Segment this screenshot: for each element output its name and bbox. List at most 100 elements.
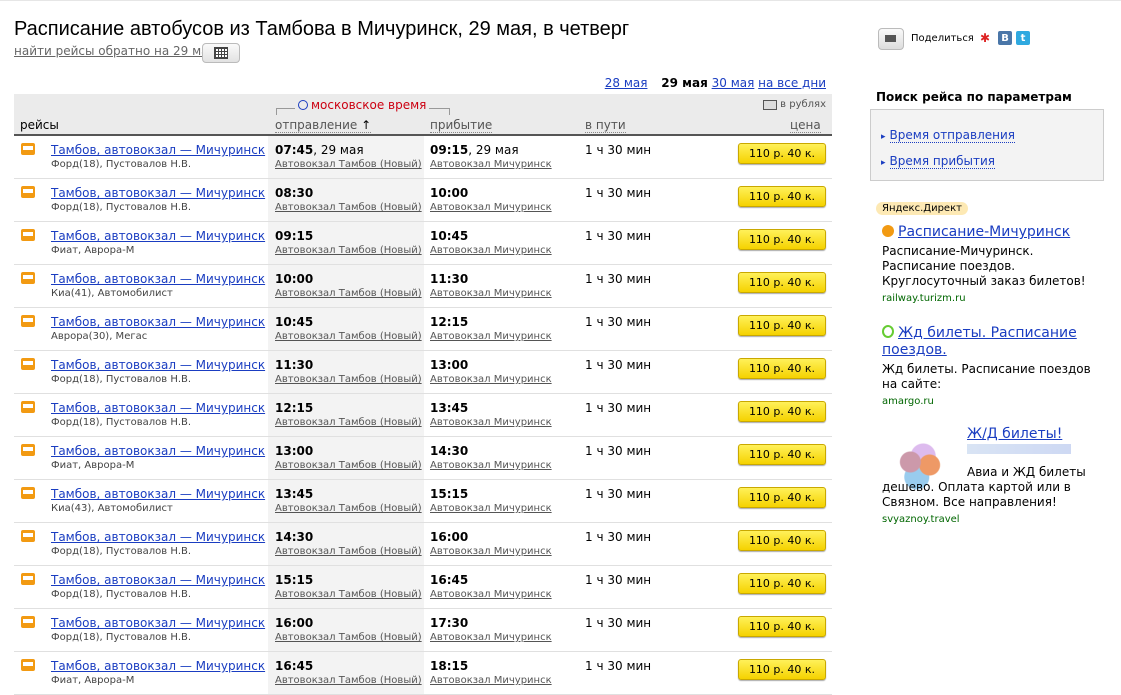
arrival-station-link[interactable]: Автовокзал Мичуринск bbox=[430, 589, 552, 600]
arrival-time: 18:15 bbox=[430, 659, 468, 673]
departure-time-value: 10:00 bbox=[275, 272, 314, 286]
twitter-icon[interactable]: t bbox=[1016, 31, 1030, 45]
arrival-time: 12:15 bbox=[430, 315, 468, 329]
arrival-time: 10:00 bbox=[430, 186, 468, 200]
price-button[interactable]: 110 р. 40 к. bbox=[738, 659, 826, 680]
price-button[interactable]: 110 р. 40 к. bbox=[738, 530, 826, 551]
price-button[interactable]: 110 р. 40 к. bbox=[738, 573, 826, 594]
arrival-station-link[interactable]: Автовокзал Мичуринск bbox=[430, 159, 552, 170]
price-button[interactable]: 110 р. 40 к. bbox=[738, 143, 826, 164]
bus-icon bbox=[21, 315, 35, 327]
carrier: Форд(18), Пустовалов Н.В. bbox=[51, 374, 192, 385]
departure-station-link[interactable]: Автовокзал Тамбов (Новый) bbox=[275, 288, 422, 299]
print-button[interactable] bbox=[878, 28, 904, 50]
arrival-station-link[interactable]: Автовокзал Мичуринск bbox=[430, 331, 552, 342]
moikrug-icon[interactable]: ✱ bbox=[978, 31, 992, 45]
route-link[interactable]: Тамбов, автовокзал — Мичуринск bbox=[51, 143, 265, 157]
ad-2-link[interactable]: Жд билеты. Расписание поездов. bbox=[882, 325, 1077, 358]
vk-icon[interactable]: В bbox=[998, 31, 1012, 45]
date-all-link[interactable]: на все дни bbox=[758, 76, 826, 90]
departure-station-link[interactable]: Автовокзал Тамбов (Новый) bbox=[275, 417, 422, 428]
arrival-station-link[interactable]: Автовокзал Мичуринск bbox=[430, 417, 552, 428]
route-link[interactable]: Тамбов, автовокзал — Мичуринск bbox=[51, 272, 265, 286]
arrival-time: 16:00 bbox=[430, 530, 468, 544]
col-duration-sort[interactable]: в пути bbox=[585, 118, 626, 133]
search-departure-time[interactable]: Время отправления bbox=[881, 128, 1015, 143]
table-row: Тамбов, автовокзал — Мичуринск Форд(18), … bbox=[14, 394, 832, 437]
col-departure-label: отправление bbox=[275, 118, 358, 132]
ad-2-url[interactable]: amargo.ru bbox=[882, 396, 1102, 407]
price-button[interactable]: 110 р. 40 к. bbox=[738, 186, 826, 207]
ad-1-url[interactable]: railway.turizm.ru bbox=[882, 293, 1102, 304]
arrival-station-link[interactable]: Автовокзал Мичуринск bbox=[430, 675, 552, 686]
departure-station-link[interactable]: Автовокзал Тамбов (Новый) bbox=[275, 159, 422, 170]
arrival-time: 15:15 bbox=[430, 487, 468, 501]
route-link[interactable]: Тамбов, автовокзал — Мичуринск bbox=[51, 487, 265, 501]
departure-time-value: 16:45 bbox=[275, 659, 314, 673]
price-button[interactable]: 110 р. 40 к. bbox=[738, 487, 826, 508]
col-price-sort[interactable]: цена bbox=[790, 118, 821, 133]
route-link[interactable]: Тамбов, автовокзал — Мичуринск bbox=[51, 659, 265, 673]
ad-logo-icon bbox=[882, 325, 894, 338]
departure-station-link[interactable]: Автовокзал Тамбов (Новый) bbox=[275, 331, 422, 342]
route-link[interactable]: Тамбов, автовокзал — Мичуринск bbox=[51, 186, 265, 200]
search-arrival-time[interactable]: Время прибытия bbox=[881, 154, 995, 169]
ad-3-url[interactable]: svyaznoy.travel bbox=[882, 514, 1102, 525]
ad-3-link[interactable]: Ж/Д билеты! bbox=[967, 426, 1062, 442]
departure-time: 16:45 bbox=[275, 659, 313, 673]
departure-station-link[interactable]: Автовокзал Тамбов (Новый) bbox=[275, 675, 422, 686]
departure-station-link[interactable]: Автовокзал Тамбов (Новый) bbox=[275, 245, 422, 256]
departure-time: 11:30 bbox=[275, 358, 313, 372]
bus-icon bbox=[21, 401, 35, 413]
route-link[interactable]: Тамбов, автовокзал — Мичуринск bbox=[51, 573, 265, 587]
arrival-station-link[interactable]: Автовокзал Мичуринск bbox=[430, 503, 552, 514]
route-link[interactable]: Тамбов, автовокзал — Мичуринск bbox=[51, 315, 265, 329]
price-button[interactable]: 110 р. 40 к. bbox=[738, 401, 826, 422]
arrival-station-link[interactable]: Автовокзал Мичуринск bbox=[430, 202, 552, 213]
price-button[interactable]: 110 р. 40 к. bbox=[738, 272, 826, 293]
departure-station-link[interactable]: Автовокзал Тамбов (Новый) bbox=[275, 202, 422, 213]
col-departure-sort[interactable]: отправление ↑ bbox=[275, 118, 372, 133]
departure-time-value: 09:15 bbox=[275, 229, 314, 243]
arrival-station-link[interactable]: Автовокзал Мичуринск bbox=[430, 460, 552, 471]
price-button[interactable]: 110 р. 40 к. bbox=[738, 444, 826, 465]
route-link[interactable]: Тамбов, автовокзал — Мичуринск bbox=[51, 444, 265, 458]
departure-time: 09:15 bbox=[275, 229, 313, 243]
date-next-link[interactable]: 30 мая bbox=[712, 76, 755, 90]
price-button[interactable]: 110 р. 40 к. bbox=[738, 229, 826, 250]
arrival-station-link[interactable]: Автовокзал Мичуринск bbox=[430, 374, 552, 385]
route-link[interactable]: Тамбов, автовокзал — Мичуринск bbox=[51, 530, 265, 544]
price-button[interactable]: 110 р. 40 к. bbox=[738, 315, 826, 336]
return-trips-link[interactable]: найти рейсы обратно на 29 мая bbox=[14, 44, 216, 58]
date-prev-link[interactable]: 28 мая bbox=[605, 76, 648, 90]
route-link[interactable]: Тамбов, автовокзал — Мичуринск bbox=[51, 401, 265, 415]
price-button[interactable]: 110 р. 40 к. bbox=[738, 358, 826, 379]
price-button[interactable]: 110 р. 40 к. bbox=[738, 616, 826, 637]
departure-station-link[interactable]: Автовокзал Тамбов (Новый) bbox=[275, 503, 422, 514]
departure-station-link[interactable]: Автовокзал Тамбов (Новый) bbox=[275, 632, 422, 643]
route-link[interactable]: Тамбов, автовокзал — Мичуринск bbox=[51, 616, 265, 630]
route-link[interactable]: Тамбов, автовокзал — Мичуринск bbox=[51, 229, 265, 243]
sort-arrow-icon: ↑ bbox=[361, 118, 372, 132]
arrival-station-link[interactable]: Автовокзал Мичуринск bbox=[430, 632, 552, 643]
arrival-station-link[interactable]: Автовокзал Мичуринск bbox=[430, 546, 552, 557]
ad-1-link[interactable]: Расписание-Мичуринск bbox=[898, 224, 1070, 240]
arrival-station-link[interactable]: Автовокзал Мичуринск bbox=[430, 245, 552, 256]
search-arrival-label: Время прибытия bbox=[889, 154, 995, 169]
departure-station-link[interactable]: Автовокзал Тамбов (Новый) bbox=[275, 546, 422, 557]
calendar-button[interactable] bbox=[202, 43, 240, 63]
ad-1-text: Расписание-Мичуринск. Расписание поездов… bbox=[882, 244, 1086, 288]
carrier: Форд(18), Пустовалов Н.В. bbox=[51, 202, 192, 213]
departure-station-link[interactable]: Автовокзал Тамбов (Новый) bbox=[275, 589, 422, 600]
bus-icon bbox=[21, 229, 35, 241]
arrival-time-value: 16:45 bbox=[430, 573, 469, 587]
departure-station-link[interactable]: Автовокзал Тамбов (Новый) bbox=[275, 460, 422, 471]
route-link[interactable]: Тамбов, автовокзал — Мичуринск bbox=[51, 358, 265, 372]
arrival-station-link[interactable]: Автовокзал Мичуринск bbox=[430, 288, 552, 299]
departure-time-value: 13:45 bbox=[275, 487, 314, 501]
departure-station-link[interactable]: Автовокзал Тамбов (Новый) bbox=[275, 374, 422, 385]
arrival-date: , 29 мая bbox=[468, 143, 519, 157]
departure-time: 16:00 bbox=[275, 616, 313, 630]
ad-3-blurred-title bbox=[967, 444, 1071, 454]
col-arrival-sort[interactable]: прибытие bbox=[430, 118, 493, 133]
